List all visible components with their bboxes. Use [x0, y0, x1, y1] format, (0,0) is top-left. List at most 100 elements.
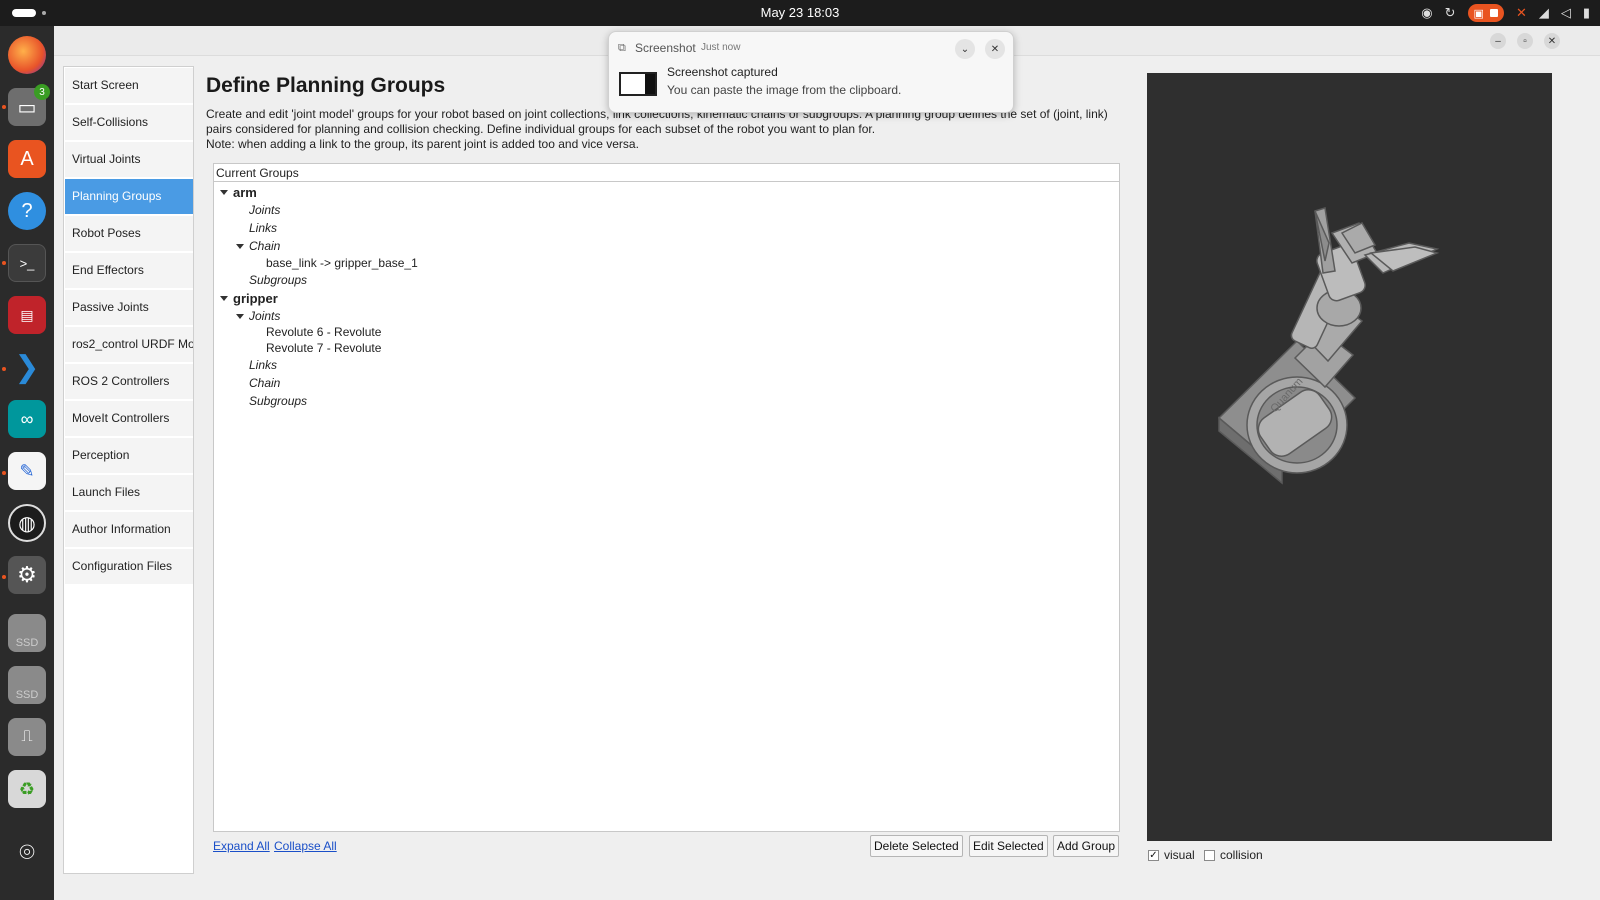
settings-gear-icon[interactable]: ⚙: [8, 556, 46, 594]
system-monitor-icon[interactable]: ▤: [8, 296, 46, 334]
collision-toggle[interactable]: collision: [1204, 848, 1263, 862]
collapse-all-link[interactable]: Collapse All: [274, 839, 337, 853]
chromium-tray-icon[interactable]: ◉: [1421, 5, 1432, 21]
close-window-button[interactable]: ✕: [1544, 33, 1560, 49]
nav-item-start-screen[interactable]: Start Screen: [65, 68, 193, 103]
collapse-arrow-icon[interactable]: [220, 296, 228, 301]
system-tray[interactable]: ◉ ↻ ▣ ✕ ◢ ◁ ▮: [1421, 4, 1590, 22]
notification-body: You can paste the image from the clipboa…: [667, 83, 902, 97]
terminal-icon[interactable]: >_: [8, 244, 46, 282]
ssd-label: SSD: [15, 637, 39, 649]
close-icon: ✕: [990, 43, 1000, 55]
nav-item-end-effectors[interactable]: End Effectors: [65, 253, 193, 288]
nav-item-planning-groups[interactable]: Planning Groups: [65, 179, 193, 214]
ssd-drive-icon[interactable]: SSD: [8, 614, 46, 652]
tree-node-joint-item[interactable]: Revolute 6 - Revolute: [266, 324, 381, 341]
notification-time: Just now: [701, 42, 741, 53]
expand-all-link[interactable]: Expand All: [213, 839, 270, 853]
nav-item-self-collisions[interactable]: Self-Collisions: [65, 105, 193, 140]
collapse-arrow-icon[interactable]: [236, 244, 244, 249]
collision-label: collision: [1220, 848, 1263, 862]
folder-icon: ▭: [17, 96, 37, 119]
obs-icon[interactable]: ◍: [8, 504, 46, 542]
nav-item-author-information[interactable]: Author Information: [65, 512, 193, 547]
tree-node-joints[interactable]: Joints: [249, 308, 280, 325]
page-description: Create and edit 'joint model' groups for…: [206, 107, 1126, 152]
screenshot-notification[interactable]: ⧉ Screenshot Just now ⌄ ✕ Screenshot cap…: [608, 31, 1014, 113]
visual-checkbox[interactable]: ✓: [1148, 849, 1159, 861]
notification-app-name: Screenshot: [635, 41, 696, 55]
nav-item-ros2-controllers[interactable]: ROS 2 Controllers: [65, 364, 193, 399]
wifi-icon[interactable]: ◢: [1539, 5, 1549, 21]
tree-node-chain[interactable]: Chain: [249, 375, 280, 392]
expand-notification-button[interactable]: ⌄: [955, 39, 975, 59]
robot-3d-viewer[interactable]: Quanum: [1147, 73, 1552, 841]
page-title: Define Planning Groups: [206, 74, 446, 97]
top-bar: May 23 18:03 ◉ ↻ ▣ ✕ ◢ ◁ ▮: [0, 0, 1600, 26]
collapse-arrow-icon[interactable]: [236, 314, 244, 319]
firefox-icon[interactable]: [8, 36, 46, 74]
delete-selected-button[interactable]: Delete Selected: [870, 835, 963, 857]
tree-node-links[interactable]: Links: [249, 357, 277, 374]
tree-group-arm[interactable]: arm: [233, 184, 257, 201]
tree-node-chain[interactable]: Chain: [249, 238, 280, 255]
ssd-label: SSD: [15, 689, 39, 701]
tree-node-chain-value[interactable]: base_link -> gripper_base_1: [266, 255, 418, 272]
minimize-button[interactable]: –: [1490, 33, 1506, 49]
close-notification-button[interactable]: ✕: [985, 39, 1005, 59]
robot-model-render: Quanum: [1217, 207, 1440, 485]
visual-toggle[interactable]: ✓ visual: [1148, 848, 1195, 862]
tree-node-subgroups[interactable]: Subgroups: [249, 393, 307, 410]
clock[interactable]: May 23 18:03: [0, 5, 1600, 20]
stop-record-icon: [1489, 9, 1498, 17]
running-indicator: [2, 367, 6, 371]
nav-item-configuration-files[interactable]: Configuration Files: [65, 549, 193, 584]
nav-item-robot-poses[interactable]: Robot Poses: [65, 216, 193, 251]
nav-item-ros2-control[interactable]: ros2_control URDF Mod: [65, 327, 193, 362]
screenshot-thumbnail: [619, 72, 657, 96]
mic-muted-icon[interactable]: ✕: [1516, 5, 1527, 21]
running-indicator: [2, 471, 6, 475]
files-badge: 3: [34, 84, 50, 100]
screencast-icon: ▣: [1473, 7, 1484, 20]
running-indicator: [2, 105, 6, 109]
nav-item-passive-joints[interactable]: Passive Joints: [65, 290, 193, 325]
nav-item-moveit-controllers[interactable]: MoveIt Controllers: [65, 401, 193, 436]
battery-icon[interactable]: ▮: [1583, 5, 1590, 21]
trash-icon[interactable]: ♻: [8, 770, 46, 808]
running-indicator: [2, 261, 6, 265]
running-indicator: [2, 575, 6, 579]
collapse-arrow-icon[interactable]: [220, 190, 228, 195]
notification-title: Screenshot captured: [667, 65, 778, 79]
setup-nav: Start Screen Self-Collisions Virtual Joi…: [63, 66, 194, 874]
ssd-drive-icon[interactable]: SSD: [8, 666, 46, 704]
tree-node-joint-item[interactable]: Revolute 7 - Revolute: [266, 340, 381, 357]
vscode-icon[interactable]: ❯: [8, 348, 46, 386]
dock: ▭ 3 A ? >_ ▤ ❯ ∞ ✎ ◍ ⚙ SSD SSD ⎍ ♻ ⌾: [0, 26, 54, 900]
screen-record-indicator[interactable]: ▣: [1467, 4, 1504, 22]
text-editor-icon[interactable]: ✎: [8, 452, 46, 490]
tree-node-subgroups[interactable]: Subgroups: [249, 272, 307, 289]
app-center-icon[interactable]: A: [8, 140, 46, 178]
tree-group-gripper[interactable]: gripper: [233, 290, 278, 307]
nav-item-perception[interactable]: Perception: [65, 438, 193, 473]
edit-selected-button[interactable]: Edit Selected: [969, 835, 1048, 857]
arduino-icon[interactable]: ∞: [8, 400, 46, 438]
tree-node-links[interactable]: Links: [249, 220, 277, 237]
description-note: Note: when adding a link to the group, i…: [206, 137, 639, 151]
usb-drive-icon[interactable]: ⎍: [8, 718, 46, 756]
nav-item-virtual-joints[interactable]: Virtual Joints: [65, 142, 193, 177]
collision-checkbox[interactable]: [1204, 849, 1215, 861]
nav-item-launch-files[interactable]: Launch Files: [65, 475, 193, 510]
files-icon[interactable]: ▭ 3: [8, 84, 50, 126]
volume-icon[interactable]: ◁: [1561, 5, 1571, 21]
chevron-down-icon: ⌄: [960, 43, 970, 55]
screenshot-app-icon: ⧉: [618, 42, 626, 54]
refresh-tray-icon[interactable]: ↻: [1445, 5, 1456, 21]
planning-groups-tree[interactable]: Current Groups arm Joints Links Chain ba…: [213, 163, 1120, 832]
add-group-button[interactable]: Add Group: [1053, 835, 1120, 857]
help-icon[interactable]: ?: [8, 192, 46, 230]
tree-node-joints[interactable]: Joints: [249, 202, 280, 219]
show-apps-icon[interactable]: ⌾: [8, 834, 46, 872]
maximize-button[interactable]: ▫: [1517, 33, 1533, 49]
